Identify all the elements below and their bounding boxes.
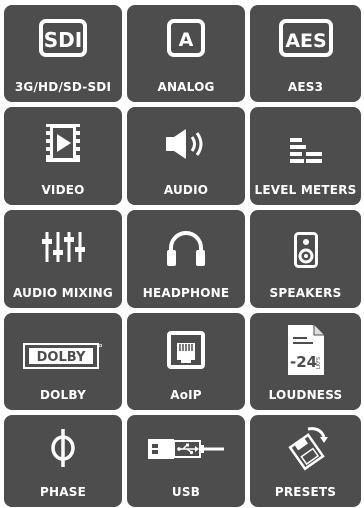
tile-label: LOUDNESS bbox=[268, 388, 343, 402]
tile-label: PHASE bbox=[40, 485, 86, 499]
loudspeaker-icon bbox=[293, 232, 318, 268]
tile-level-meters[interactable]: LEVEL METERS bbox=[250, 107, 361, 205]
feature-grid: SDI 3G/HD/SD-SDI A ANALOG AES AES3 VIDEO… bbox=[0, 0, 364, 508]
tile-dolby[interactable]: DOLBY DOLBY bbox=[4, 313, 122, 410]
lkfs-document-icon: -24 LKFS bbox=[286, 323, 326, 377]
tile-label: HEADPHONE bbox=[142, 286, 230, 300]
tile-label: AES3 bbox=[287, 80, 324, 94]
svg-text:A: A bbox=[179, 29, 194, 51]
level-meters-icon bbox=[288, 137, 324, 165]
speaker-icon bbox=[164, 127, 208, 161]
tile-loudness[interactable]: -24 LKFS LOUDNESS bbox=[250, 313, 361, 410]
tile-label: AoIP bbox=[170, 388, 202, 402]
tile-video[interactable]: VIDEO bbox=[4, 107, 122, 205]
svg-text:AES: AES bbox=[285, 30, 326, 52]
tile-phase[interactable]: PHASE bbox=[4, 415, 122, 507]
tile-audio[interactable]: AUDIO bbox=[127, 107, 245, 205]
analog-icon: A bbox=[166, 18, 206, 58]
tile-label: USB bbox=[171, 485, 201, 499]
tile-analog[interactable]: A ANALOG bbox=[127, 5, 245, 102]
tile-label: AUDIO bbox=[163, 183, 209, 197]
tile-speakers[interactable]: SPEAKERS bbox=[250, 210, 361, 308]
tile-label: 3G/HD/SD-SDI bbox=[14, 80, 112, 94]
phase-icon bbox=[48, 427, 78, 469]
tile-label: PRESETS bbox=[274, 485, 337, 499]
svg-text:-24: -24 bbox=[290, 353, 317, 371]
tile-usb[interactable]: USB bbox=[127, 415, 245, 507]
mixer-faders-icon bbox=[41, 230, 85, 264]
video-play-icon bbox=[45, 123, 81, 163]
tile-headphone[interactable]: HEADPHONE bbox=[127, 210, 245, 308]
tile-audio-mixing[interactable]: AUDIO MIXING bbox=[4, 210, 122, 308]
presets-icon bbox=[282, 423, 330, 471]
tile-sdi[interactable]: SDI 3G/HD/SD-SDI bbox=[4, 5, 122, 102]
tile-label: SPEAKERS bbox=[269, 286, 342, 300]
aes-icon: AES bbox=[278, 18, 334, 58]
dolby-logo-icon: DOLBY bbox=[23, 343, 103, 369]
sdi-icon: SDI bbox=[38, 18, 88, 58]
svg-text:DOLBY: DOLBY bbox=[37, 350, 86, 365]
ethernet-port-icon bbox=[167, 331, 205, 369]
tile-label: LEVEL METERS bbox=[254, 183, 357, 197]
tile-label: AUDIO MIXING bbox=[13, 286, 113, 300]
tile-aoip[interactable]: AoIP bbox=[127, 313, 245, 410]
tile-aes3[interactable]: AES AES3 bbox=[250, 5, 361, 102]
tile-label: ANALOG bbox=[157, 80, 215, 94]
tile-label: DOLBY bbox=[40, 388, 86, 402]
svg-text:LKFS: LKFS bbox=[316, 357, 322, 369]
tile-presets[interactable]: PRESETS bbox=[250, 415, 361, 507]
tile-label: VIDEO bbox=[41, 183, 85, 197]
usb-icon bbox=[147, 437, 225, 461]
svg-text:SDI: SDI bbox=[44, 28, 82, 52]
headphone-icon bbox=[165, 228, 207, 268]
